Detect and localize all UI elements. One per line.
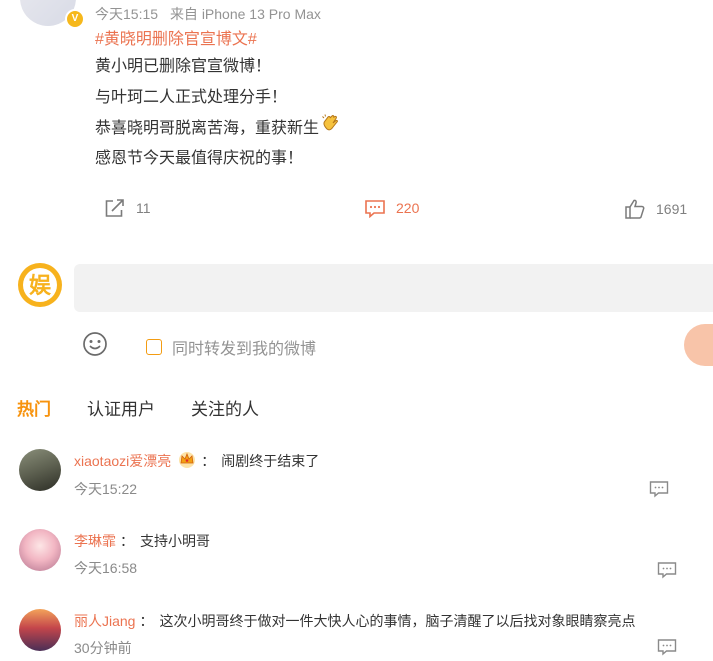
post-line-1: 黄小明已删除官宣微博！ [95, 58, 272, 75]
comment-input[interactable] [74, 264, 713, 312]
comment-count: 220 [396, 200, 420, 216]
comment-row-3: 丽人Jiang ： 这次小明哥终于做对一件大快人心的事情，脑子清醒了以后找对象眼… [74, 611, 635, 631]
repost-icon [105, 199, 124, 217]
clapping-hands-emoji-icon [321, 113, 341, 145]
like-button[interactable]: 1691 [624, 198, 687, 220]
tab-hot[interactable]: 热门 [17, 395, 51, 420]
post-meta: 今天15:15 来自 iPhone 13 Pro Max [95, 4, 321, 24]
post-time: 今天15:15 [95, 6, 159, 22]
comment-text: 闹剧终于结束了 [221, 452, 320, 469]
colon-separator: ： [201, 452, 216, 469]
repost-button[interactable]: 11 [104, 198, 151, 218]
tab-verified-users[interactable]: 认证用户 [87, 395, 155, 420]
forward-to-my-weibo-option[interactable]: 同时转发到我的微博 [146, 335, 316, 359]
verified-badge-icon: V [65, 9, 85, 29]
comment-button[interactable]: 220 [364, 198, 419, 218]
commenter-avatar[interactable] [19, 449, 61, 491]
post-line-2: 与叶珂二人正式处理分手！ [95, 88, 288, 106]
colon-separator: ： [120, 533, 134, 549]
post-line-4: 感恩节今天最值得庆祝的事！ [95, 149, 304, 167]
send-comment-button[interactable] [684, 324, 713, 366]
post-source: 来自 iPhone 13 Pro Max [169, 6, 321, 22]
commenter-name[interactable]: 李琳霏 [74, 531, 116, 551]
comment-filter-tabs: 热门 认证用户 关注的人 [17, 395, 295, 420]
emoji-picker-icon[interactable] [82, 331, 108, 362]
commenter-avatar[interactable] [19, 529, 61, 571]
post-body: #黄晓明删除官宣博文# 黄小明已删除官宣微博！ 与叶珂二人正式处理分手！ 恭喜晓… [95, 27, 695, 174]
tab-following[interactable]: 关注的人 [191, 395, 259, 420]
reply-icon[interactable] [657, 638, 677, 656]
comment-time: 今天16:58 [74, 560, 138, 576]
crown-icon [177, 450, 197, 471]
comment-text: 这次小明哥终于做对一件大快人心的事情，脑子清醒了以后找对象眼睛察亮点 [159, 613, 636, 629]
comment-time: 今天15:22 [74, 481, 138, 497]
post-line-3-text: 恭喜晓明哥脱离苦海，重获新生 [95, 119, 320, 137]
comment-icon [365, 200, 385, 218]
reply-icon[interactable] [649, 480, 669, 498]
reply-icon[interactable] [657, 561, 677, 579]
post-line-3: 恭喜晓明哥脱离苦海，重获新生 [95, 113, 695, 144]
comment-row-1: xiaotaozi爱漂亮 ： 闹剧终于结束了 [74, 450, 319, 471]
current-user-avatar[interactable]: 娱 [18, 263, 62, 307]
post-hashtag[interactable]: #黄晓明删除官宣博文# [95, 27, 695, 52]
forward-label: 同时转发到我的微博 [172, 341, 317, 358]
thumbs-up-icon [625, 199, 645, 219]
comment-row-2: 李琳霏 ： 支持小明哥 [74, 531, 210, 551]
comment-text: 支持小明哥 [140, 533, 210, 549]
commenter-name[interactable]: 丽人Jiang [74, 611, 135, 631]
like-count: 1691 [656, 201, 688, 217]
commenter-avatar[interactable] [19, 609, 61, 651]
repost-count: 11 [136, 200, 151, 216]
colon-separator: ： [139, 613, 154, 629]
avatar-label: 娱 [29, 274, 52, 299]
commenter-name[interactable]: xiaotaozi爱漂亮 [74, 451, 171, 471]
forward-checkbox[interactable] [146, 339, 162, 355]
comment-time: 30分钟前 [74, 640, 132, 656]
